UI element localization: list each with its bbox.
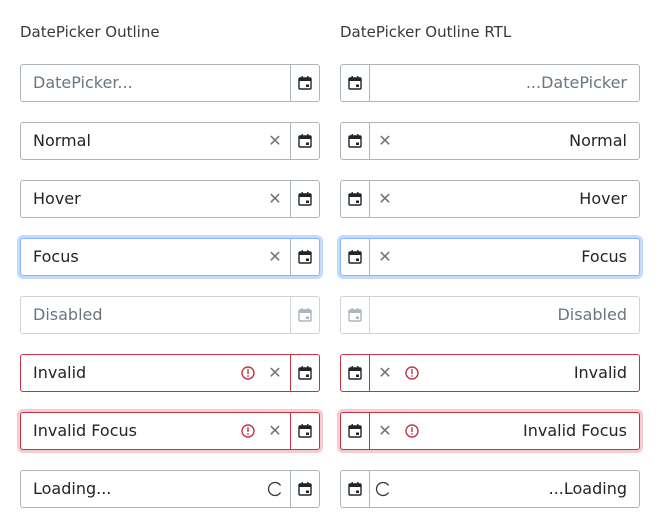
calendar-button <box>290 297 319 333</box>
column-title: DatePicker Outline <box>20 23 160 41</box>
datepicker-input-text[interactable]: DatePicker... <box>33 65 133 101</box>
clear-icon[interactable]: ✕ <box>377 355 393 391</box>
datepicker-input-text[interactable]: ...Loading <box>549 471 627 507</box>
calendar-icon <box>298 366 312 380</box>
calendar-button[interactable] <box>341 181 370 217</box>
calendar-icon <box>298 424 312 438</box>
calendar-icon <box>298 192 312 206</box>
calendar-icon <box>348 482 362 496</box>
calendar-button[interactable] <box>290 471 319 507</box>
datepicker-hover[interactable]: Hover ✕ <box>20 180 320 218</box>
calendar-icon <box>348 424 362 438</box>
calendar-button[interactable] <box>341 355 370 391</box>
datepicker-placeholder[interactable]: DatePicker... <box>20 64 320 102</box>
calendar-button[interactable] <box>341 65 370 101</box>
error-circle-icon <box>241 366 255 380</box>
column-title: DatePicker Outline RTL <box>340 23 512 41</box>
datepicker-input-text[interactable]: Focus <box>33 239 79 275</box>
calendar-icon <box>298 250 312 264</box>
calendar-button[interactable] <box>341 413 370 449</box>
calendar-button[interactable] <box>290 413 319 449</box>
calendar-icon <box>298 76 312 90</box>
calendar-icon <box>348 134 362 148</box>
datepicker-input-text[interactable]: Invalid <box>33 355 86 391</box>
datepicker-normal[interactable]: Normal ✕ <box>20 122 320 160</box>
loading-spinner-icon <box>267 481 282 497</box>
calendar-button[interactable] <box>290 355 319 391</box>
calendar-button <box>341 297 370 333</box>
calendar-icon <box>298 134 312 148</box>
calendar-icon <box>348 366 362 380</box>
datepicker-loading[interactable]: ...Loading <box>340 470 640 508</box>
datepicker-input-text[interactable]: Normal <box>569 123 627 159</box>
clear-icon[interactable]: ✕ <box>377 413 393 449</box>
calendar-icon <box>348 76 362 90</box>
datepicker-invalid-focus[interactable]: Invalid Focus ✕ <box>20 412 320 450</box>
calendar-button[interactable] <box>290 65 319 101</box>
datepicker-input-text[interactable]: Hover <box>33 181 81 217</box>
error-circle-icon <box>405 366 419 380</box>
datepicker-input-text: Disabled <box>33 305 103 324</box>
clear-icon[interactable]: ✕ <box>267 181 283 217</box>
calendar-button[interactable] <box>341 123 370 159</box>
datepicker-normal[interactable]: ✕ Normal <box>340 122 640 160</box>
datepicker-input-text[interactable]: Focus <box>581 239 627 275</box>
error-circle-icon <box>241 424 255 438</box>
datepicker-input-text[interactable]: Invalid Focus <box>33 413 137 449</box>
datepicker-input-text[interactable]: Hover <box>579 181 627 217</box>
datepicker-disabled: Disabled <box>340 296 640 334</box>
clear-icon[interactable]: ✕ <box>267 355 283 391</box>
datepicker-hover[interactable]: ✕ Hover <box>340 180 640 218</box>
calendar-button[interactable] <box>341 471 370 507</box>
clear-icon[interactable]: ✕ <box>377 181 393 217</box>
datepicker-input-text[interactable]: Invalid <box>574 355 627 391</box>
calendar-button[interactable] <box>290 181 319 217</box>
clear-icon[interactable]: ✕ <box>377 123 393 159</box>
datepicker-placeholder[interactable]: ...DatePicker <box>340 64 640 102</box>
datepicker-invalid-focus[interactable]: ✕ Invalid Focus <box>340 412 640 450</box>
datepicker-focus[interactable]: ✕ Focus <box>340 238 640 276</box>
calendar-icon <box>348 308 362 322</box>
calendar-icon <box>298 308 312 322</box>
calendar-icon <box>348 192 362 206</box>
datepicker-input-text[interactable]: Invalid Focus <box>523 413 627 449</box>
clear-icon[interactable]: ✕ <box>377 239 393 275</box>
clear-icon[interactable]: ✕ <box>267 413 283 449</box>
datepicker-loading[interactable]: Loading... <box>20 470 320 508</box>
datepicker-input-text[interactable]: Normal <box>33 123 91 159</box>
datepicker-invalid[interactable]: Invalid ✕ <box>20 354 320 392</box>
error-circle-icon <box>405 424 419 438</box>
calendar-button[interactable] <box>290 123 319 159</box>
calendar-icon <box>298 482 312 496</box>
datepicker-disabled: Disabled <box>20 296 320 334</box>
calendar-button[interactable] <box>290 239 319 275</box>
clear-icon[interactable]: ✕ <box>267 239 283 275</box>
datepicker-input-text: Disabled <box>557 305 627 324</box>
clear-icon[interactable]: ✕ <box>267 123 283 159</box>
datepicker-input-text[interactable]: Loading... <box>33 471 111 507</box>
calendar-icon <box>348 250 362 264</box>
datepicker-focus[interactable]: Focus ✕ <box>20 238 320 276</box>
datepicker-input-text[interactable]: ...DatePicker <box>526 65 627 101</box>
loading-spinner-icon <box>375 481 390 497</box>
datepicker-invalid[interactable]: ✕ Invalid <box>340 354 640 392</box>
calendar-button[interactable] <box>341 239 370 275</box>
